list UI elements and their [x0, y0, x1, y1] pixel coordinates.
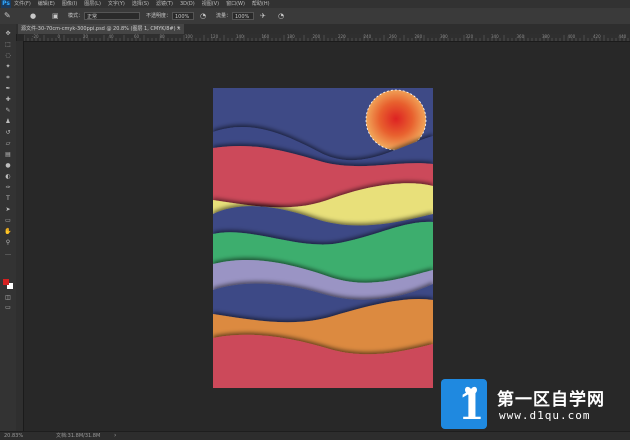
artboard[interactable]: [213, 88, 433, 388]
menu-select[interactable]: 选择(S): [132, 0, 149, 8]
ruler-label: 380: [542, 34, 550, 39]
flow-input[interactable]: 100%: [232, 12, 254, 20]
brush-preset-icon[interactable]: ●: [30, 11, 36, 21]
ruler-label: 60: [134, 34, 140, 39]
ruler-label: 440: [618, 34, 627, 39]
brush-tool-icon[interactable]: ✎: [4, 11, 11, 21]
lasso-icon[interactable]: ◌: [3, 52, 13, 59]
ruler-label: 120: [210, 34, 219, 39]
menu-image[interactable]: 图像(I): [62, 0, 77, 8]
ruler-label: 200: [312, 34, 321, 39]
ruler-ticks: [24, 35, 629, 41]
menu-file[interactable]: 文件(F): [14, 0, 31, 8]
menu-edit[interactable]: 编辑(E): [38, 0, 55, 8]
eraser-icon[interactable]: ▱: [3, 140, 13, 147]
more-tools-icon[interactable]: …: [3, 250, 13, 257]
ruler-label: 340: [491, 34, 499, 39]
ruler-label: 100: [185, 34, 193, 39]
ruler-label: 140: [236, 34, 244, 39]
menu-bar: Ps 文件(F) 编辑(E) 图像(I) 图层(L) 文字(Y) 选择(S) 滤…: [0, 0, 630, 8]
ruler-label: 300: [440, 34, 448, 39]
foreground-color-swatch[interactable]: [3, 279, 9, 285]
opacity-input[interactable]: 100%: [172, 12, 194, 20]
quick-select-icon[interactable]: ✦: [3, 63, 13, 70]
ruler-label: 80: [159, 34, 165, 39]
ruler-label: 400: [567, 34, 576, 39]
hand-icon[interactable]: ✋: [3, 228, 13, 235]
watermark-title: 第一区自学网: [497, 390, 605, 410]
opacity-label: 不透明度：: [146, 13, 172, 19]
healing-brush-icon[interactable]: ✚: [3, 96, 13, 103]
ruler-label: 240: [363, 34, 372, 39]
ruler-label: 220: [338, 34, 346, 39]
history-brush-icon[interactable]: ↺: [3, 129, 13, 136]
pressure-opacity-icon[interactable]: ◔: [200, 11, 206, 21]
stamp-icon[interactable]: ♟: [3, 118, 13, 125]
ruler-label: 320: [465, 34, 474, 39]
ruler-label: 280: [414, 34, 423, 39]
ruler-label: 40: [108, 34, 114, 39]
menu-window[interactable]: 窗口(W): [226, 0, 245, 8]
zoom-icon[interactable]: ⚲: [3, 239, 13, 246]
marquee-icon[interactable]: ⬚: [3, 41, 13, 48]
ruler-label: 360: [516, 34, 525, 39]
brush-icon[interactable]: ✎: [3, 107, 13, 114]
dodge-icon[interactable]: ◐: [3, 173, 13, 180]
sun-selection[interactable]: [365, 89, 427, 151]
path-select-icon[interactable]: ➤: [3, 206, 13, 213]
ruler-label: 180: [287, 34, 295, 39]
ruler-label: 20: [83, 34, 89, 39]
crop-icon[interactable]: ⌗: [3, 74, 13, 81]
close-icon[interactable]: ×: [177, 24, 181, 34]
ruler-label: -20: [32, 34, 39, 39]
watermark: 1 第一区自学网 www.d1qu.com: [441, 379, 630, 429]
document-tab[interactable]: 源文件-30-70cm-cmyk-300ppi.psd @ 20.8% (图层 …: [18, 24, 184, 34]
menu-filter[interactable]: 滤镜(T): [156, 0, 173, 8]
pressure-size-icon[interactable]: ◔: [278, 11, 284, 21]
menu-3d[interactable]: 3D(D): [180, 0, 195, 8]
screen-mode-icon[interactable]: ▭: [3, 304, 13, 311]
watermark-logo-icon: 1: [441, 379, 487, 429]
watermark-url: www.d1qu.com: [499, 409, 591, 422]
document-tab-bar: 源文件-30-70cm-cmyk-300ppi.psd @ 20.8% (图层 …: [16, 24, 630, 34]
brush-panel-icon[interactable]: ▣: [52, 11, 59, 21]
menu-view[interactable]: 视图(V): [202, 0, 219, 8]
vertical-ruler: [16, 41, 24, 431]
menu-layer[interactable]: 图层(L): [84, 0, 101, 8]
ruler-label: 420: [593, 34, 601, 39]
gradient-icon[interactable]: ▤: [3, 151, 13, 158]
quick-mask-icon[interactable]: ◫: [3, 294, 13, 301]
photoshop-logo: Ps: [1, 0, 11, 8]
airbrush-icon[interactable]: ✈: [260, 11, 266, 21]
move-icon[interactable]: ✥: [3, 30, 13, 37]
blur-icon[interactable]: ●: [3, 162, 13, 169]
mode-dropdown[interactable]: 正常: [84, 12, 140, 20]
options-bar: ✎ ● ▣ 模式： 正常 不透明度： 100% ◔ 流量： 100% ✈ ◔: [0, 8, 630, 25]
ruler-label: 260: [389, 34, 397, 39]
document-tab-title: 源文件-30-70cm-cmyk-300ppi.psd @ 20.8% (图层 …: [21, 26, 180, 32]
pen-icon[interactable]: ✑: [3, 184, 13, 191]
flow-label: 流量：: [216, 13, 232, 19]
type-icon[interactable]: T: [3, 195, 13, 202]
tools-panel: ✥ ⬚ ◌ ✦ ⌗ ✒ ✚ ✎ ♟ ↺ ▱ ▤ ● ◐ ✑ T ➤ ▭ ✋ ⚲ … ◫ ▭: [0, 24, 17, 431]
horizontal-ruler: -20 0 20 40 60 80 100 120 140 160 180 200 220 240 260 2…: [24, 34, 630, 42]
eyedropper-icon[interactable]: ✒: [3, 85, 13, 92]
menu-help[interactable]: 帮助(H): [252, 0, 270, 8]
menu-type[interactable]: 文字(Y): [108, 0, 125, 8]
menu-items: 文件(F) 编辑(E) 图像(I) 图层(L) 文字(Y) 选择(S) 滤镜(T…: [14, 0, 270, 8]
shape-icon[interactable]: ▭: [3, 217, 13, 224]
ruler-label: 0: [57, 34, 61, 39]
ruler-label: 160: [261, 34, 270, 39]
mode-label: 模式：: [68, 13, 84, 19]
